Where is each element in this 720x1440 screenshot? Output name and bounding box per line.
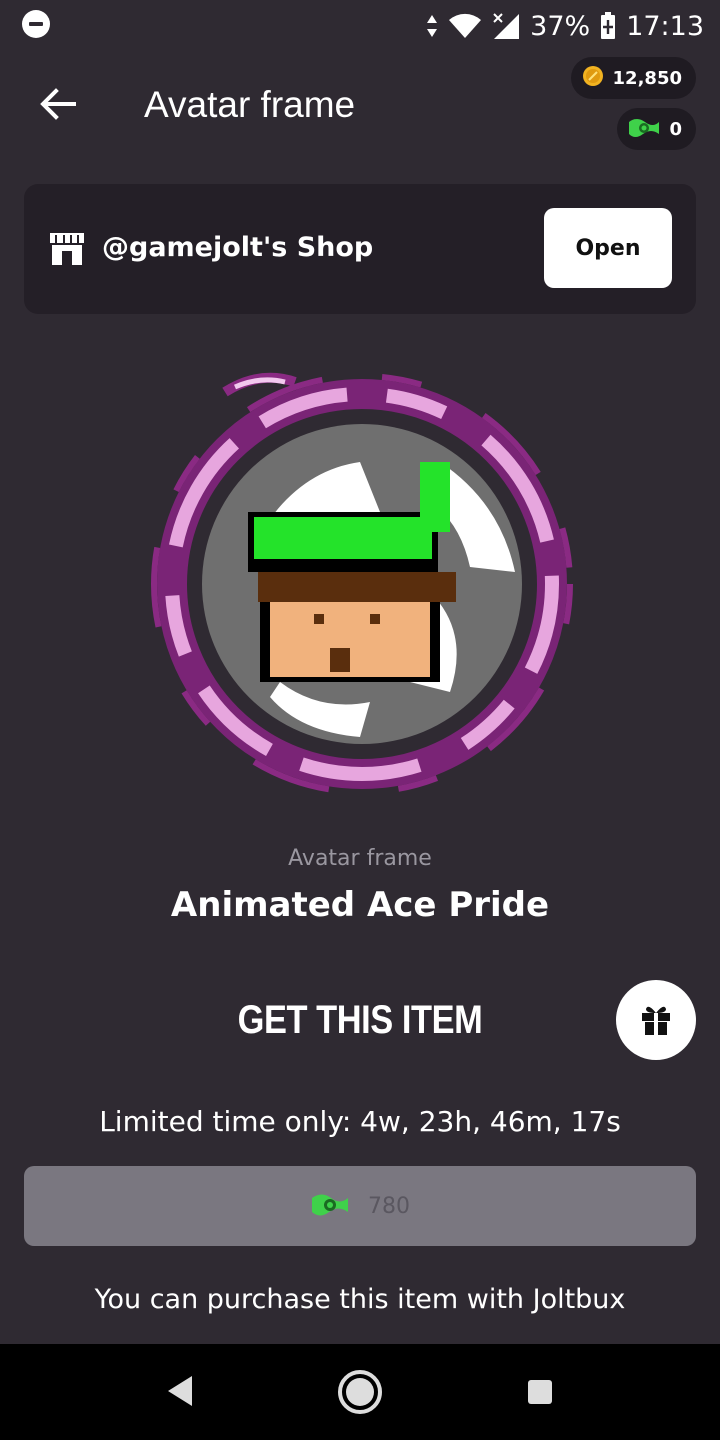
joltbux-balance[interactable]: 0 — [617, 108, 696, 150]
page-title: Avatar frame — [144, 84, 356, 125]
wifi-icon — [448, 13, 482, 39]
battery-charging-icon — [600, 12, 616, 40]
shop-card: @gamejolt's Shop Open — [24, 184, 696, 314]
item-type-label: Avatar frame — [288, 846, 432, 871]
nav-back-icon[interactable] — [166, 1374, 194, 1412]
purchase-note: You can purchase this item with Joltbux — [94, 1284, 626, 1315]
avatar-frame-preview — [130, 352, 590, 812]
status-bar: 37% 17:13 — [0, 0, 720, 52]
nav-recents-icon[interactable] — [528, 1380, 552, 1404]
price-amount: 780 — [368, 1193, 410, 1219]
clock: 17:13 — [626, 10, 704, 42]
joltbux-amount: 0 — [669, 118, 682, 140]
joltbux-icon — [310, 1189, 350, 1223]
open-shop-button[interactable]: Open — [544, 208, 672, 288]
nav-home-icon[interactable] — [338, 1370, 382, 1414]
back-arrow-icon[interactable] — [34, 80, 82, 128]
shop-name[interactable]: @gamejolt's Shop — [102, 228, 373, 268]
item-name: Animated Ace Pride — [170, 885, 550, 925]
gift-button[interactable] — [616, 980, 696, 1060]
store-icon — [48, 231, 86, 267]
coin-icon — [581, 64, 605, 93]
joltbux-icon — [627, 114, 661, 145]
limited-time-countdown: Limited time only: 4w, 23h, 46m, 17s — [99, 1105, 621, 1138]
signal-icon — [492, 12, 520, 40]
battery-percent: 37% — [530, 10, 591, 42]
coins-balance[interactable]: 12,850 — [570, 57, 696, 99]
gift-icon — [642, 1006, 670, 1035]
buy-with-joltbux-button[interactable]: 780 — [24, 1166, 696, 1246]
coins-amount: 12,850 — [612, 67, 682, 89]
get-item-heading: GET THIS ITEM — [237, 998, 483, 1042]
status-icons: 37% 17:13 — [426, 6, 704, 46]
do-not-disturb-icon — [22, 10, 50, 38]
data-arrows-icon — [426, 13, 438, 39]
